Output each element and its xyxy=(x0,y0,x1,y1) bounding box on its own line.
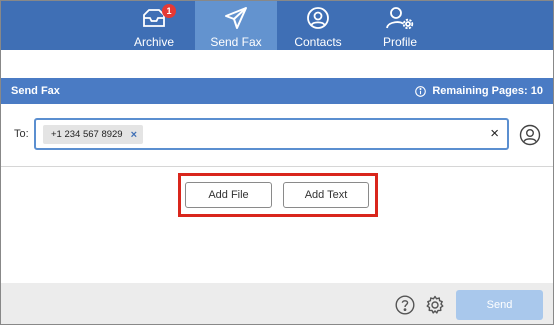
nav-label-archive: Archive xyxy=(133,35,174,49)
paper-plane-icon xyxy=(225,7,247,29)
nav-item-contacts[interactable]: Contacts xyxy=(277,1,359,50)
remove-chip-button[interactable]: × xyxy=(131,129,137,141)
recipient-input[interactable]: +1 234 567 8929 × × xyxy=(34,118,509,150)
send-fax-header: Send Fax Remaining Pages: 10 xyxy=(1,78,553,104)
contact-icon xyxy=(307,7,329,29)
recipient-chip: +1 234 567 8929 × xyxy=(43,125,144,144)
send-button[interactable]: Send xyxy=(456,290,543,320)
gear-icon[interactable] xyxy=(425,295,445,315)
nav-label-send-fax: Send Fax xyxy=(210,35,262,49)
user-settings-icon xyxy=(386,7,414,30)
select-contact-icon[interactable] xyxy=(519,124,541,146)
remaining-pages-text: Remaining Pages: 10 xyxy=(432,85,543,97)
info-icon xyxy=(415,85,427,97)
nav-label-contacts: Contacts xyxy=(294,35,342,49)
top-nav: 1 Archive Send Fax Contacts Profile xyxy=(1,1,553,50)
remaining-pages: Remaining Pages: 10 xyxy=(415,85,543,97)
nav-item-send-fax[interactable]: Send Fax xyxy=(195,1,277,50)
nav-item-archive[interactable]: 1 Archive xyxy=(113,1,195,50)
help-icon[interactable] xyxy=(395,295,415,315)
notification-badge: 1 xyxy=(162,4,176,18)
clear-recipients-button[interactable]: × xyxy=(490,125,499,142)
divider xyxy=(1,166,553,167)
to-label: To: xyxy=(14,128,29,140)
page-title: Send Fax xyxy=(11,85,60,97)
add-file-button[interactable]: Add File xyxy=(185,182,272,208)
nav-label-profile: Profile xyxy=(382,35,417,49)
add-text-button[interactable]: Add Text xyxy=(283,182,369,208)
nav-item-profile[interactable]: Profile xyxy=(359,1,441,50)
recipient-chip-number: +1 234 567 8929 xyxy=(51,129,123,140)
